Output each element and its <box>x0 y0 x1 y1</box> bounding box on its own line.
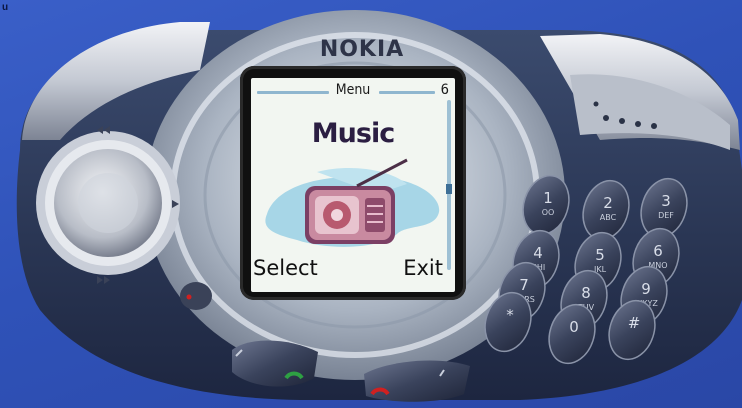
key-digit-label: 7 <box>519 276 529 294</box>
key-digit-label: 9 <box>641 280 651 298</box>
key-digit-label: 4 <box>533 244 543 262</box>
call-button[interactable] <box>232 340 318 387</box>
red-dot-icon <box>186 294 192 300</box>
key-letters-label: ABC <box>600 213 617 222</box>
key-letters-label: DEF <box>658 211 674 220</box>
key-digit-label: 6 <box>653 242 663 260</box>
key-digit-label: 2 <box>603 194 613 212</box>
key-digit-label: 1 <box>543 189 553 207</box>
key-digit-label: # <box>628 314 641 332</box>
screen-header-index: 6 <box>440 82 449 98</box>
key-digit-label: 0 <box>569 318 579 336</box>
brand-logo: NOKIA <box>320 37 404 62</box>
key-digit-label: 8 <box>581 284 591 302</box>
screen-header-title: Menu <box>335 82 371 98</box>
screen-header: Menu 6 <box>251 82 455 98</box>
softkey-left-label[interactable]: Select <box>253 256 318 280</box>
red-dot-button[interactable] <box>180 282 212 310</box>
radio-icon <box>265 158 440 247</box>
key-digit-label: 5 <box>595 246 605 264</box>
menu-item-title: Music <box>311 118 395 149</box>
display-screen: Menu 6 Music Select Exit <box>251 78 455 292</box>
softkey-right-label[interactable]: Exit <box>403 256 443 280</box>
key-digit-label: * <box>506 306 514 324</box>
key-digit-label: 3 <box>661 192 671 210</box>
key-letters-label: OO <box>542 208 555 217</box>
